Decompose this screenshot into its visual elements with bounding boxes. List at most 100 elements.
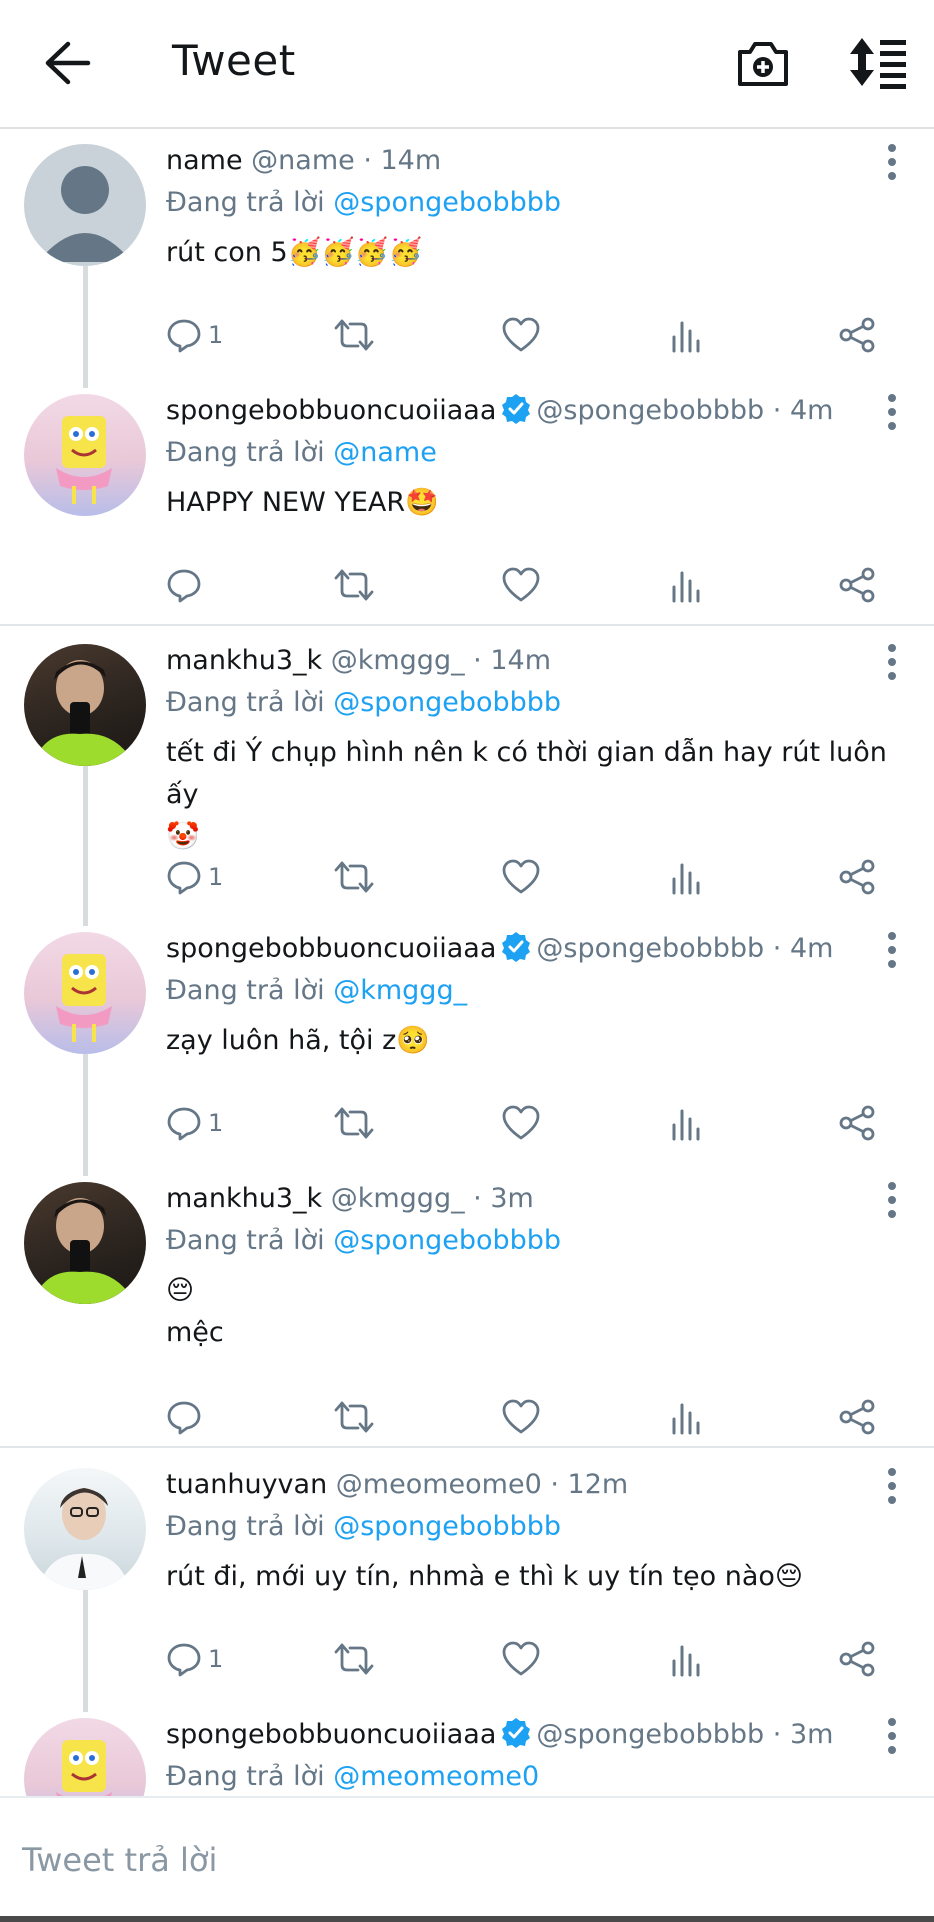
reply-button[interactable] (166, 1392, 208, 1442)
more-vertical-icon[interactable] (886, 1180, 898, 1220)
mention-link[interactable]: @spongebobbbb (333, 1511, 561, 1542)
reply-count: 1 (208, 1109, 224, 1137)
mention-link[interactable]: @spongebobbbb (333, 1225, 561, 1256)
like-button[interactable] (502, 1634, 540, 1684)
tweet[interactable]: mankhu3_k @kmggg_ · 14m Đang trả lời @sp… (0, 628, 934, 926)
retweet-icon (334, 859, 374, 895)
retweet-button[interactable] (334, 310, 374, 360)
retweet-button[interactable] (334, 852, 374, 902)
retweet-button[interactable] (334, 1098, 374, 1148)
timestamp: 3m (490, 1183, 534, 1214)
emoji: 🥳🥳🥳🥳 (287, 237, 423, 268)
user-handle: @spongebobbbb (536, 1719, 765, 1750)
reply-button[interactable]: 1 (166, 310, 223, 360)
like-button[interactable] (502, 560, 540, 610)
timestamp: 14m (380, 145, 442, 176)
views-button[interactable] (670, 1634, 704, 1684)
mention-link[interactable]: @name (333, 437, 437, 468)
reply-input[interactable] (20, 1834, 904, 1886)
user-handle: @meomeome0 (335, 1469, 542, 1500)
avatar[interactable] (24, 394, 146, 516)
avatar[interactable] (24, 144, 146, 266)
views-icon (670, 1105, 704, 1141)
user-name[interactable]: spongebobbuoncuoiiaaa (166, 933, 496, 964)
timestamp: 4m (789, 933, 834, 964)
more-vertical-icon[interactable] (886, 930, 898, 970)
avatar[interactable] (24, 1468, 146, 1590)
emoji: 🤩 (405, 487, 439, 518)
like-icon (502, 317, 540, 353)
tweet[interactable]: spongebobbuoncuoiiaaa @spongebobbbb · 4m … (0, 916, 934, 1176)
views-icon (670, 567, 704, 603)
mention-link[interactable]: @spongebobbbb (333, 687, 561, 718)
like-button[interactable] (502, 852, 540, 902)
avatar[interactable] (24, 1182, 146, 1304)
tweet[interactable]: spongebobbuoncuoiiaaa @spongebobbbb · 4m … (0, 378, 934, 628)
reply-button[interactable]: 1 (166, 1098, 223, 1148)
user-name[interactable]: name (166, 145, 243, 176)
views-button[interactable] (670, 1098, 704, 1148)
user-name[interactable]: spongebobbuoncuoiiaaa (166, 395, 496, 426)
tweet[interactable]: name @name · 14m Đang trả lời @spongebob… (0, 128, 934, 388)
views-button[interactable] (670, 1392, 704, 1442)
back-arrow-icon[interactable] (40, 38, 94, 88)
reply-count: 1 (208, 321, 224, 349)
tweet-actions (166, 1392, 894, 1442)
mention-link[interactable]: @meomeome0 (333, 1761, 539, 1792)
share-button[interactable] (838, 852, 876, 902)
avatar[interactable] (24, 932, 146, 1054)
thread-connector (83, 266, 88, 388)
like-button[interactable] (502, 310, 540, 360)
retweet-button[interactable] (334, 1634, 374, 1684)
like-button[interactable] (502, 1098, 540, 1148)
tweet[interactable]: tuanhuyvan @meomeome0 · 12m Đang trả lời… (0, 1452, 934, 1712)
share-button[interactable] (838, 310, 876, 360)
tweet[interactable]: spongebobbuoncuoiiaaa @spongebobbbb · 3m … (0, 1702, 934, 1796)
views-button[interactable] (670, 852, 704, 902)
more-vertical-icon[interactable] (886, 1466, 898, 1506)
user-name[interactable]: tuanhuyvan (166, 1469, 327, 1500)
share-button[interactable] (838, 1634, 876, 1684)
user-name[interactable]: mankhu3_k (166, 645, 322, 676)
timestamp: 12m (567, 1469, 629, 1500)
retweet-button[interactable] (334, 560, 374, 610)
reply-button[interactable]: 1 (166, 852, 223, 902)
emoji: 😔 (774, 1561, 804, 1592)
mention-link[interactable]: @spongebobbbb (333, 187, 561, 218)
views-icon (670, 317, 704, 353)
share-button[interactable] (838, 1098, 876, 1148)
mention-link[interactable]: @kmggg_ (333, 975, 467, 1006)
reply-prefix: Đang trả lời (166, 187, 325, 218)
avatar[interactable] (24, 1718, 146, 1796)
views-button[interactable] (670, 310, 704, 360)
views-button[interactable] (670, 560, 704, 610)
share-button[interactable] (838, 560, 876, 610)
tweet-actions: 1 (166, 852, 894, 902)
page-title: Tweet (172, 36, 296, 85)
user-name[interactable]: mankhu3_k (166, 1183, 322, 1214)
camera-plus-icon[interactable] (736, 34, 790, 90)
reply-count: 1 (208, 863, 224, 891)
avatar[interactable] (24, 644, 146, 766)
more-vertical-icon[interactable] (886, 642, 898, 682)
sort-icon[interactable] (846, 34, 908, 90)
reply-button[interactable] (166, 560, 208, 610)
share-button[interactable] (838, 1392, 876, 1442)
more-vertical-icon[interactable] (886, 142, 898, 182)
reply-thread-feed[interactable]: name @name · 14m Đang trả lời @spongebob… (0, 128, 934, 1796)
reply-icon (166, 317, 202, 353)
user-handle: @kmggg_ (330, 645, 465, 676)
user-name[interactable]: spongebobbuoncuoiiaaa (166, 1719, 496, 1750)
reply-prefix: Đang trả lời (166, 1511, 325, 1542)
emoji: 😔 (166, 1275, 195, 1306)
like-button[interactable] (502, 1392, 540, 1442)
share-icon (838, 1105, 876, 1141)
retweet-button[interactable] (334, 1392, 374, 1442)
more-vertical-icon[interactable] (886, 392, 898, 432)
more-vertical-icon[interactable] (886, 1716, 898, 1756)
tweet-actions: 1 (166, 310, 894, 360)
user-handle: @spongebobbbb (536, 933, 765, 964)
tweet[interactable]: mankhu3_k @kmggg_ · 3m Đang trả lời @spo… (0, 1166, 934, 1452)
emoji: 🥺 (396, 1025, 430, 1056)
reply-button[interactable]: 1 (166, 1634, 223, 1684)
